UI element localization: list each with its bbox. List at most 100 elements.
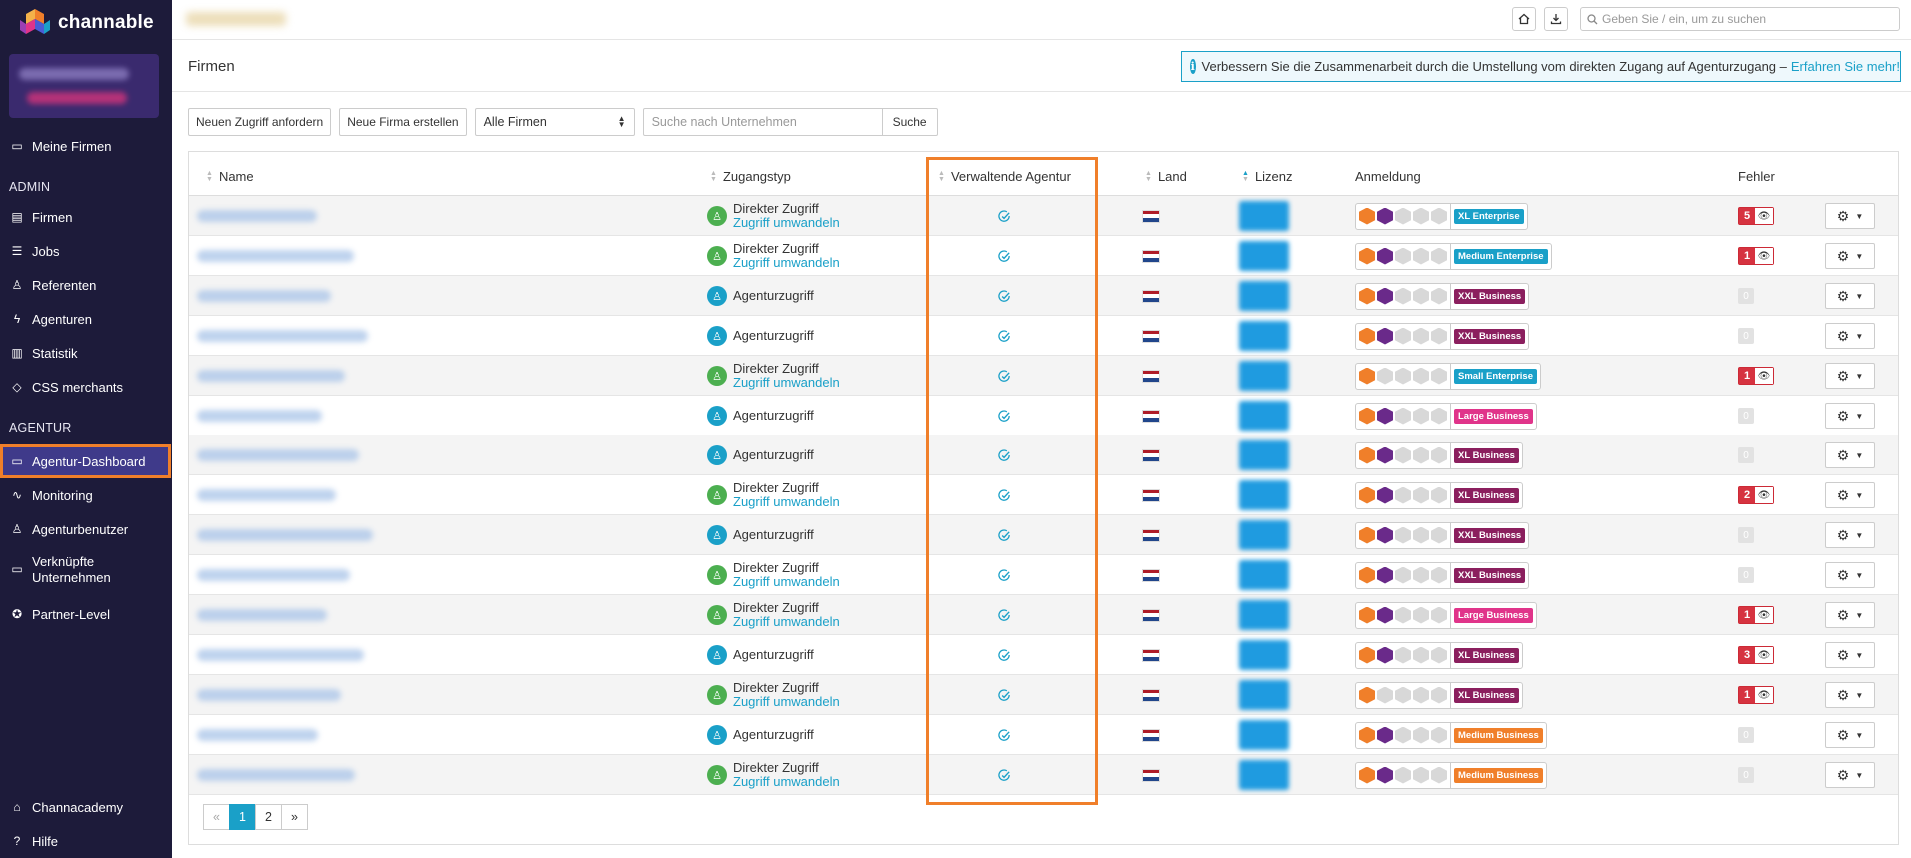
table-row[interactable]: ♙ Agenturzugriff <box>189 276 1898 316</box>
company-name-cell[interactable] <box>189 435 449 475</box>
sidebar-item-meine-firmen[interactable]: ▭ Meine Firmen <box>0 129 172 163</box>
table-row[interactable]: ♙ Direkter Zugriff Zugriff umwandeln <box>189 196 1898 236</box>
sidebar-item-statistik[interactable]: ▥ Statistik <box>0 336 172 370</box>
sidebar-item-monitoring[interactable]: ∿ Monitoring <box>0 478 172 512</box>
table-row[interactable]: ♙ Agenturzugriff <box>189 515 1898 555</box>
company-name-cell[interactable] <box>189 475 449 515</box>
sidebar-item-partner-level[interactable]: ✪ Partner-Level <box>0 597 172 631</box>
convert-access-link[interactable]: Zugriff umwandeln <box>733 256 840 270</box>
login-badges[interactable]: XXL Business <box>1355 521 1530 549</box>
login-badges[interactable]: Medium Business <box>1355 761 1547 789</box>
home-button[interactable] <box>1512 7 1536 31</box>
row-settings-button[interactable]: ⚙ ▼ <box>1825 602 1875 628</box>
company-name-cell[interactable] <box>189 316 449 356</box>
convert-access-link[interactable]: Zugriff umwandeln <box>733 216 840 230</box>
pagination-prev[interactable]: « <box>203 804 230 830</box>
table-row[interactable]: ♙ Agenturzugriff <box>189 435 1898 475</box>
sidebar-item-agenturbenutzer[interactable]: ♙ Agenturbenutzer <box>0 512 172 546</box>
table-row[interactable]: ♙ Agenturzugriff <box>189 316 1898 356</box>
sidebar-item-jobs[interactable]: ☰ Jobs <box>0 234 172 268</box>
error-badge[interactable]: 3 👁 <box>1738 646 1774 664</box>
login-badges[interactable]: Medium Business <box>1355 721 1547 749</box>
error-badge[interactable]: 1 👁 <box>1738 247 1774 265</box>
company-name-cell[interactable] <box>189 356 449 396</box>
login-badges[interactable]: XXL Business <box>1355 322 1530 350</box>
convert-access-link[interactable]: Zugriff umwandeln <box>733 615 840 629</box>
global-search[interactable] <box>1580 7 1900 31</box>
sidebar-item-agentur-dashboard[interactable]: ▭ Agentur-Dashboard <box>0 444 171 478</box>
sidebar-item-verknuepfte-unternehmen[interactable]: ▭ Verknüpfte Unternehmen <box>0 550 172 590</box>
convert-access-link[interactable]: Zugriff umwandeln <box>733 495 840 509</box>
row-settings-button[interactable]: ⚙ ▼ <box>1825 403 1875 429</box>
row-settings-button[interactable]: ⚙ ▼ <box>1825 323 1875 349</box>
convert-access-link[interactable]: Zugriff umwandeln <box>733 775 840 789</box>
table-row[interactable]: ♙ Agenturzugriff <box>189 715 1898 755</box>
company-search-input[interactable] <box>642 108 883 136</box>
company-name-cell[interactable] <box>189 715 449 755</box>
company-name-cell[interactable] <box>189 276 449 316</box>
row-settings-button[interactable]: ⚙ ▼ <box>1825 562 1875 588</box>
error-badge[interactable]: 2 👁 <box>1738 486 1774 504</box>
row-settings-button[interactable]: ⚙ ▼ <box>1825 482 1875 508</box>
company-name-cell[interactable] <box>189 196 449 236</box>
sidebar-item-referenten[interactable]: ♙ Referenten <box>0 268 172 302</box>
learn-more-link[interactable]: Erfahren Sie mehr! <box>1791 59 1900 74</box>
table-row[interactable]: ♙ Direkter Zugriff Zugriff umwandeln <box>189 595 1898 635</box>
table-row[interactable]: ♙ Direkter Zugriff Zugriff umwandeln <box>189 555 1898 595</box>
login-badges[interactable]: XXL Business <box>1355 282 1530 310</box>
company-name-cell[interactable] <box>189 515 449 555</box>
login-badges[interactable]: XL Business <box>1355 641 1523 669</box>
login-badges[interactable]: XL Business <box>1355 441 1523 469</box>
convert-access-link[interactable]: Zugriff umwandeln <box>733 575 840 589</box>
company-name-cell[interactable] <box>189 555 449 595</box>
company-name-cell[interactable] <box>189 396 449 436</box>
pagination-page-1[interactable]: 1 <box>229 804 256 830</box>
company-name-cell[interactable] <box>189 635 449 675</box>
login-badges[interactable]: Medium Enterprise <box>1355 242 1552 270</box>
col-header-access-type[interactable]: ▲ ▼ Zugangstyp <box>710 169 791 184</box>
login-badges[interactable]: XL Business <box>1355 481 1523 509</box>
row-settings-button[interactable]: ⚙ ▼ <box>1825 722 1875 748</box>
table-row[interactable]: ♙ Direkter Zugriff Zugriff umwandeln <box>189 356 1898 396</box>
login-badges[interactable]: Large Business <box>1355 601 1537 629</box>
col-header-license[interactable]: ▲ ▼ Lizenz <box>1242 169 1293 184</box>
table-row[interactable]: ♙ Direkter Zugriff Zugriff umwandeln <box>189 755 1898 795</box>
search-button[interactable]: Suche <box>882 108 938 136</box>
login-badges[interactable]: XXL Business <box>1355 561 1530 589</box>
row-settings-button[interactable]: ⚙ ▼ <box>1825 203 1875 229</box>
error-badge[interactable]: 1 👁 <box>1738 606 1774 624</box>
row-settings-button[interactable]: ⚙ ▼ <box>1825 442 1875 468</box>
login-badges[interactable]: XL Enterprise <box>1355 202 1528 230</box>
error-badge[interactable]: 1 👁 <box>1738 367 1774 385</box>
global-search-input[interactable] <box>1602 12 1892 26</box>
pagination-next[interactable]: » <box>281 804 308 830</box>
new-company-button[interactable]: Neue Firma erstellen <box>339 108 467 136</box>
login-badges[interactable]: Small Enterprise <box>1355 362 1541 390</box>
row-settings-button[interactable]: ⚙ ▼ <box>1825 762 1875 788</box>
login-badges[interactable]: Large Business <box>1355 402 1537 430</box>
sidebar-item-agenturen[interactable]: ϟ Agenturen <box>0 302 172 336</box>
table-row[interactable]: ♙ Agenturzugriff <box>189 396 1898 436</box>
company-name-cell[interactable] <box>189 755 449 795</box>
table-row[interactable]: ♙ Direkter Zugriff Zugriff umwandeln <box>189 236 1898 276</box>
table-row[interactable]: ♙ Direkter Zugriff Zugriff umwandeln <box>189 475 1898 515</box>
col-header-managing-agency[interactable]: ▲ ▼ Verwaltende Agentur <box>938 169 1071 184</box>
col-header-country[interactable]: ▲ ▼ Land <box>1145 169 1187 184</box>
login-badges[interactable]: XL Business <box>1355 681 1523 709</box>
account-switcher[interactable] <box>9 54 159 118</box>
table-row[interactable]: ♙ Agenturzugriff <box>189 635 1898 675</box>
request-access-button[interactable]: Neuen Zugriff anfordern <box>188 108 332 136</box>
row-settings-button[interactable]: ⚙ ▼ <box>1825 243 1875 269</box>
sidebar-item-channacademy[interactable]: ⌂ Channacademy <box>0 790 172 824</box>
row-settings-button[interactable]: ⚙ ▼ <box>1825 682 1875 708</box>
row-settings-button[interactable]: ⚙ ▼ <box>1825 522 1875 548</box>
row-settings-button[interactable]: ⚙ ▼ <box>1825 642 1875 668</box>
company-filter-select[interactable]: Alle Firmen ▲ ▼ <box>474 108 635 136</box>
sidebar-item-hilfe[interactable]: ? Hilfe <box>0 824 172 858</box>
convert-access-link[interactable]: Zugriff umwandeln <box>733 695 840 709</box>
download-button[interactable] <box>1544 7 1568 31</box>
sidebar-item-css-merchants[interactable]: ◇ CSS merchants <box>0 370 172 404</box>
pagination-page-2[interactable]: 2 <box>255 804 282 830</box>
row-settings-button[interactable]: ⚙ ▼ <box>1825 363 1875 389</box>
company-name-cell[interactable] <box>189 675 449 715</box>
